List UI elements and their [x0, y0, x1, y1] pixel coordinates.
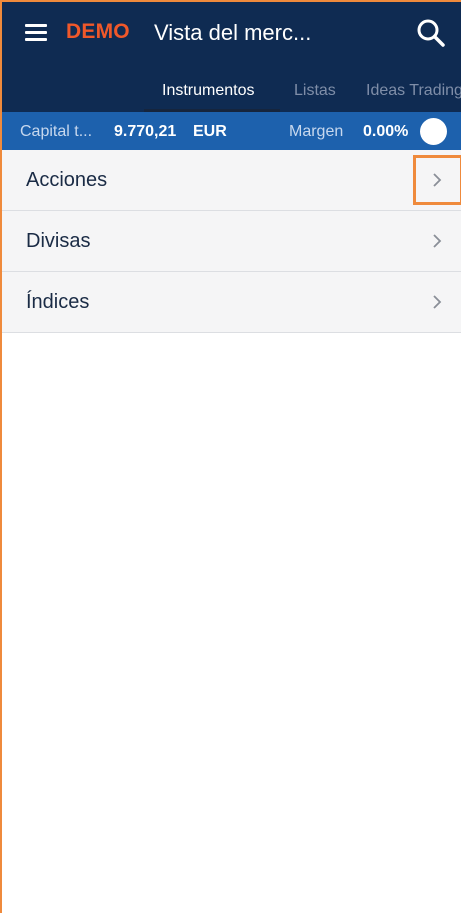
capital-currency: EUR — [193, 123, 227, 140]
chevron-right-icon[interactable] — [430, 293, 444, 311]
margin-value: 0.00% — [363, 123, 409, 140]
app-frame: DEMO Vista del merc... Instrumentos List… — [0, 0, 461, 913]
capital-label: Capital t... — [20, 123, 93, 140]
margin-label: Margen — [289, 123, 344, 140]
instrument-category-list: Acciones Divisas Índices — [2, 150, 461, 333]
list-item-label: Acciones — [26, 169, 108, 191]
tab-ideas-trading[interactable]: Ideas Trading — [366, 82, 461, 100]
tab-bar: Instrumentos Listas Ideas Trading — [2, 70, 461, 112]
chevron-right-icon[interactable] — [430, 232, 444, 250]
hamburger-menu-icon[interactable] — [25, 24, 47, 42]
demo-badge: DEMO — [66, 20, 130, 43]
tab-listas[interactable]: Listas — [294, 82, 336, 100]
list-item-label: Divisas — [26, 230, 91, 252]
highlight-box — [413, 155, 461, 205]
margin-toggle[interactable] — [420, 118, 447, 145]
list-item-indices[interactable]: Índices — [2, 272, 461, 333]
account-summary-bar: Capital t... 9.770,21 EUR Margen 0.00% — [2, 112, 461, 150]
search-icon[interactable] — [416, 18, 446, 48]
app-bar: DEMO Vista del merc... — [2, 2, 461, 70]
tab-instrumentos[interactable]: Instrumentos — [162, 82, 254, 100]
page-title: Vista del merc... — [154, 20, 312, 45]
list-item-divisas[interactable]: Divisas — [2, 211, 461, 272]
capital-value: 9.770,21 — [114, 123, 177, 140]
list-item-label: Índices — [26, 291, 90, 313]
list-item-acciones[interactable]: Acciones — [2, 150, 461, 211]
